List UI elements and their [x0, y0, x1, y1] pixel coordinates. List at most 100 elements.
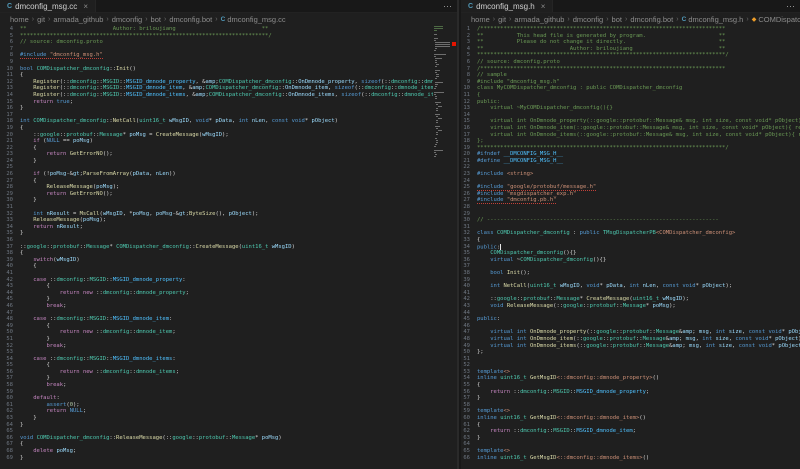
code-line[interactable]: 22 — [461, 164, 800, 171]
code-line[interactable]: 50}; — [461, 349, 800, 356]
code-line[interactable]: 15 virtual int OnDmnode_property(::googl… — [461, 118, 800, 125]
breadcrumb-item[interactable]: dmconfig_msg.cc — [227, 15, 285, 24]
code-line[interactable]: 41 — [0, 270, 433, 277]
breadcrumb-item[interactable]: armada_github — [53, 15, 103, 24]
code-line[interactable]: 54 case ::dmconfig::MSGID::MSGID_dmnode_… — [0, 356, 433, 363]
code-line[interactable]: 4** Author: briloujiang ** — [461, 46, 800, 53]
code-line[interactable]: 65 — [0, 428, 433, 435]
code-line[interactable]: 48 case ::dmconfig::MSGID::MSGID_dmnode_… — [0, 316, 433, 323]
code-line[interactable]: 23 return GetErrorNO(); — [0, 151, 433, 158]
breadcrumb[interactable]: home›git›armada_github›dmconfig›bot›dmco… — [461, 13, 800, 25]
code-line[interactable]: 20 ::google::protobuf::Message* poMsg = … — [0, 132, 433, 139]
code-line[interactable]: 5***************************************… — [0, 33, 433, 40]
code-line[interactable]: 64 — [461, 441, 800, 448]
code-line[interactable]: 60inline uint16_t GetMsgID<::dmconfig::d… — [461, 415, 800, 422]
code-line[interactable]: 31 — [461, 224, 800, 231]
code-line[interactable]: 47 — [0, 310, 433, 317]
code-line[interactable]: 45 } — [0, 296, 433, 303]
breadcrumb-item[interactable]: home — [471, 15, 490, 24]
code-line[interactable]: 23#include <string> — [461, 171, 800, 178]
code-line[interactable]: 9 — [0, 59, 433, 66]
code-line[interactable]: 52 — [461, 362, 800, 369]
code-line[interactable]: 51 } — [0, 336, 433, 343]
code-line[interactable]: 14 Register(::dmconfig::MSGID::MSGID_dmn… — [0, 92, 433, 99]
code-line[interactable]: 67{ — [0, 441, 433, 448]
code-line[interactable]: 24 } — [0, 158, 433, 165]
code-line[interactable]: 6// source: dmconfig.proto — [0, 39, 433, 46]
code-line[interactable]: 46 — [461, 323, 800, 330]
code-line[interactable]: 26#include "msgdispatcher_exp.h" — [461, 191, 800, 198]
code-line[interactable]: 64} — [0, 422, 433, 429]
code-line[interactable]: 2** This head file is generated by progr… — [461, 33, 800, 40]
breadcrumb-item[interactable]: dmconfig — [573, 15, 603, 24]
code-line[interactable]: 15 return true; — [0, 99, 433, 106]
code-line[interactable]: 66inline uint16_t GetMsgID<::dmconfig::d… — [461, 455, 800, 462]
code-line[interactable]: 59template<> — [461, 408, 800, 415]
code-line[interactable]: 43 { — [0, 283, 433, 290]
code-editor-right[interactable]: 1/**************************************… — [461, 26, 800, 469]
code-line[interactable]: 47 virtual int OnDmnode_property(::googl… — [461, 329, 800, 336]
code-line[interactable]: 33 ReleaseMessage(poMsg); — [0, 217, 433, 224]
breadcrumb-item[interactable]: dmconfig.bot — [169, 15, 212, 24]
code-line[interactable]: 49 { — [0, 323, 433, 330]
code-line[interactable]: 43 void ReleaseMessage(::google::protobu… — [461, 303, 800, 310]
code-line[interactable]: 65template<> — [461, 448, 800, 455]
code-line[interactable]: 61{ — [461, 422, 800, 429]
code-line[interactable]: 38 bool Init(); — [461, 270, 800, 277]
code-line[interactable]: 63} — [461, 435, 800, 442]
code-line[interactable]: 16 virtual int OnDmnode_item(::google::p… — [461, 125, 800, 132]
code-line[interactable]: 62 return NULL; — [0, 408, 433, 415]
code-line[interactable]: 12 Register(::dmconfig::MSGID::MSGID_dmn… — [0, 79, 433, 86]
code-line[interactable]: 40 int NetCall(uint16_t wMsgID, void* pD… — [461, 283, 800, 290]
code-line[interactable]: 39 switch(wMsgID) — [0, 257, 433, 264]
code-line[interactable]: 26 if (!poMsg-&gt;ParseFromArray(pData, … — [0, 171, 433, 178]
code-line[interactable]: 49 virtual int OnDmnode_items(::google::… — [461, 343, 800, 350]
breadcrumb-item[interactable]: bot — [151, 15, 161, 24]
code-line[interactable]: 7/**************************************… — [461, 66, 800, 73]
code-line[interactable]: 53 — [0, 349, 433, 356]
code-line[interactable]: 12public: — [461, 99, 800, 106]
code-line[interactable]: 5***************************************… — [461, 52, 800, 59]
code-line[interactable]: 11{ — [0, 72, 433, 79]
code-line[interactable]: 16} — [0, 105, 433, 112]
code-line[interactable]: 69} — [0, 455, 433, 462]
code-line[interactable]: 56 return new ::dmconfig::dmnode_items; — [0, 369, 433, 376]
breadcrumb-item[interactable]: git — [498, 15, 506, 24]
code-line[interactable]: 30// -----------------------------------… — [461, 217, 800, 224]
code-line[interactable]: 58 — [461, 402, 800, 409]
editor-actions-button[interactable]: ⋯ — [443, 0, 453, 13]
code-line[interactable]: 51 — [461, 356, 800, 363]
code-line[interactable]: 35} — [0, 230, 433, 237]
code-line[interactable]: 25 — [0, 164, 433, 171]
code-line[interactable]: 50 return new ::dmconfig::dmnode_item; — [0, 329, 433, 336]
code-line[interactable]: 4** Author: briloujiang ** — [0, 26, 433, 33]
code-line[interactable]: 32class COMDispatcher_dmconfig : public … — [461, 230, 800, 237]
code-line[interactable]: 34 return nResult; — [0, 224, 433, 231]
code-line[interactable]: 42 ::google::protobuf::Message* CreateMe… — [461, 296, 800, 303]
code-line[interactable]: 18int COMDispatcher_dmconfig::NetCall(ui… — [0, 118, 433, 125]
breadcrumb-item[interactable]: dmconfig_msg.h — [688, 15, 743, 24]
code-line[interactable]: 24 — [461, 178, 800, 185]
code-line[interactable]: 57 } — [0, 375, 433, 382]
code-line[interactable]: 35 COMDispatcher_dmconfig(){} — [461, 250, 800, 257]
code-line[interactable]: 8#include "dmconfig_msg.h" — [0, 52, 433, 59]
code-line[interactable]: 40 { — [0, 263, 433, 270]
code-line[interactable]: 28 — [461, 204, 800, 211]
code-line[interactable]: 68 delete poMsg; — [0, 448, 433, 455]
code-line[interactable]: 54inline uint16_t GetMsgID<::dmconfig::d… — [461, 375, 800, 382]
code-line[interactable]: 31 — [0, 204, 433, 211]
breadcrumb-item[interactable]: home — [10, 15, 29, 24]
code-line[interactable]: 8// sample — [461, 72, 800, 79]
code-line[interactable]: 46 break; — [0, 303, 433, 310]
overview-ruler[interactable] — [451, 14, 457, 469]
breadcrumb-item[interactable]: bot — [612, 15, 622, 24]
code-line[interactable]: 25#include "google/protobuf/message.h" — [461, 184, 800, 191]
code-line[interactable]: 3** Please do not change it directly. ** — [461, 39, 800, 46]
breadcrumb-item[interactable]: armada_github — [514, 15, 564, 24]
editor-actions-button[interactable]: ⋯ — [786, 0, 796, 13]
code-line[interactable]: 44 — [461, 310, 800, 317]
code-line[interactable]: 37 — [461, 263, 800, 270]
code-line[interactable]: 66void COMDispatcher_dmconfig::ReleaseMe… — [0, 435, 433, 442]
code-line[interactable]: 27#include "dmconfig.pb.h" — [461, 197, 800, 204]
code-line[interactable]: 52 break; — [0, 343, 433, 350]
